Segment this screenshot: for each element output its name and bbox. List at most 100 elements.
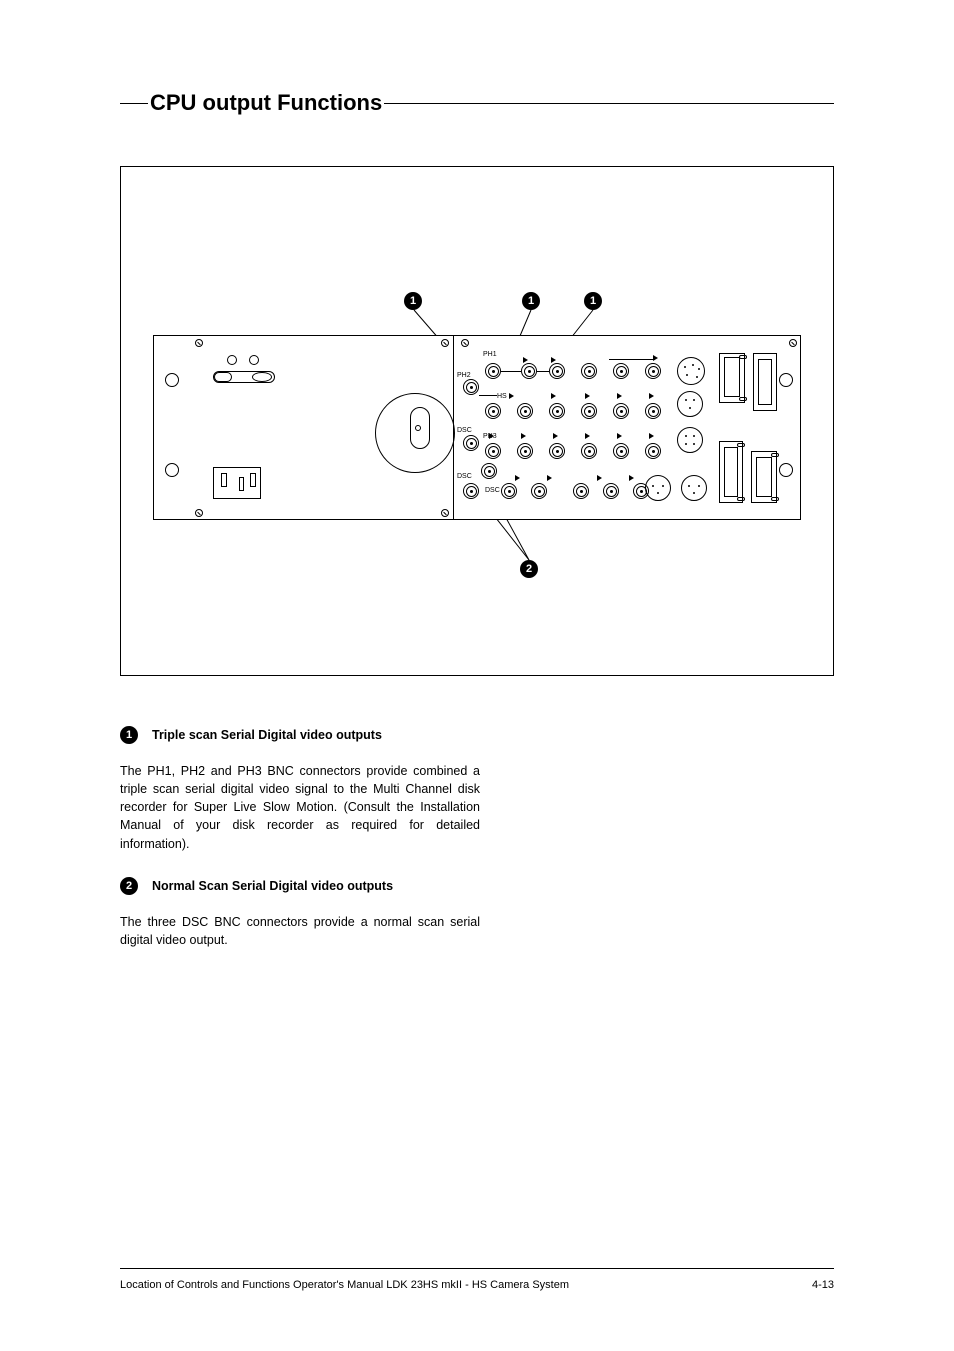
mount-hole bbox=[165, 373, 179, 387]
flow-triangle-icon bbox=[597, 475, 602, 481]
bnc-connector bbox=[517, 403, 533, 419]
flow-line bbox=[609, 359, 655, 360]
flow-line bbox=[501, 371, 521, 372]
bnc-connector bbox=[573, 483, 589, 499]
callout-1-badge-icon: 1 bbox=[120, 726, 138, 744]
multipin-connector-icon bbox=[677, 391, 703, 417]
multipin-connector-icon bbox=[681, 475, 707, 501]
rear-panel-drawing: PH1 PH2 HS PH3 DSC DSC DSC bbox=[153, 335, 801, 535]
bnc-connector bbox=[463, 379, 479, 395]
clip-icon bbox=[737, 497, 745, 501]
bnc-connector bbox=[645, 363, 661, 379]
flow-triangle-icon bbox=[585, 393, 590, 399]
flow-triangle-icon bbox=[489, 433, 494, 439]
clip-icon bbox=[739, 397, 747, 401]
indicator-icon bbox=[227, 355, 237, 365]
fan-pin-icon bbox=[415, 425, 421, 431]
bnc-connector bbox=[485, 443, 501, 459]
label-dsc: DSC bbox=[485, 487, 500, 494]
rect-connector-inner bbox=[758, 359, 772, 405]
screw-icon bbox=[195, 509, 203, 517]
bnc-connector bbox=[463, 435, 479, 451]
label-ph2: PH2 bbox=[457, 372, 471, 379]
callout-2-badge-icon: 2 bbox=[120, 877, 138, 895]
pin-icon bbox=[221, 473, 227, 487]
mount-hole bbox=[779, 373, 793, 387]
clip-icon bbox=[771, 497, 779, 501]
flow-triangle-icon bbox=[629, 475, 634, 481]
bnc-connector bbox=[645, 443, 661, 459]
bnc-connector bbox=[501, 483, 517, 499]
bnc-connector bbox=[613, 403, 629, 419]
switch-icon bbox=[214, 372, 232, 382]
section-1-head: 1 Triple scan Serial Digital video outpu… bbox=[120, 726, 480, 744]
flow-triangle-icon bbox=[523, 357, 528, 363]
flow-triangle-icon bbox=[553, 433, 558, 439]
bnc-connector bbox=[481, 463, 497, 479]
page-title: CPU output Functions bbox=[148, 90, 384, 116]
bnc-connector bbox=[485, 363, 501, 379]
section-1-heading: Triple scan Serial Digital video outputs bbox=[152, 728, 382, 742]
multipin-connector-icon bbox=[677, 427, 703, 453]
switch-icon bbox=[252, 372, 272, 382]
page-footer: Location of Controls and Functions Opera… bbox=[120, 1268, 834, 1291]
section-1-body: The PH1, PH2 and PH3 BNC connectors prov… bbox=[120, 762, 480, 853]
flow-triangle-icon bbox=[551, 357, 556, 363]
clip-icon bbox=[737, 443, 745, 447]
screw-icon bbox=[441, 339, 449, 347]
label-dsc: DSC bbox=[457, 427, 472, 434]
label-dsc: DSC bbox=[457, 473, 472, 480]
mount-hole bbox=[165, 463, 179, 477]
flow-line bbox=[479, 395, 497, 396]
badge-text: 1 bbox=[126, 729, 132, 741]
label-hs: HS bbox=[497, 393, 507, 400]
screw-icon bbox=[461, 339, 469, 347]
section-2-heading: Normal Scan Serial Digital video outputs bbox=[152, 879, 393, 893]
bnc-connector bbox=[581, 443, 597, 459]
bnc-connector bbox=[485, 403, 501, 419]
multipin-connector-icon bbox=[677, 357, 705, 385]
screw-icon bbox=[789, 339, 797, 347]
bnc-connector bbox=[549, 443, 565, 459]
clip-icon bbox=[771, 453, 779, 457]
bnc-connector bbox=[517, 443, 533, 459]
section-2: 2 Normal Scan Serial Digital video outpu… bbox=[120, 877, 480, 949]
clip-icon bbox=[739, 355, 747, 359]
flow-triangle-icon bbox=[509, 393, 514, 399]
title-rule-left bbox=[120, 103, 148, 104]
label-ph1: PH1 bbox=[483, 351, 497, 358]
pin-icon bbox=[239, 477, 244, 491]
indicator-icon bbox=[249, 355, 259, 365]
bnc-connector bbox=[581, 403, 597, 419]
multipin-connector-icon bbox=[645, 475, 671, 501]
flow-triangle-icon bbox=[617, 393, 622, 399]
page-title-row: CPU output Functions bbox=[120, 90, 834, 116]
bnc-connector bbox=[581, 363, 597, 379]
bnc-connector bbox=[603, 483, 619, 499]
bnc-connector bbox=[531, 483, 547, 499]
bnc-connector bbox=[521, 363, 537, 379]
footer-right: 4-13 bbox=[812, 1279, 834, 1291]
screw-icon bbox=[441, 509, 449, 517]
rect-connector-inner bbox=[724, 447, 738, 497]
bnc-connector bbox=[645, 403, 661, 419]
bnc-connector bbox=[463, 483, 479, 499]
title-rule-right bbox=[384, 103, 834, 104]
flow-triangle-icon bbox=[515, 475, 520, 481]
flow-line bbox=[537, 371, 549, 372]
flow-triangle-icon bbox=[585, 433, 590, 439]
badge-text: 2 bbox=[126, 880, 132, 892]
flow-triangle-icon bbox=[521, 433, 526, 439]
bnc-connector bbox=[549, 403, 565, 419]
bnc-connector bbox=[549, 363, 565, 379]
section-2-head: 2 Normal Scan Serial Digital video outpu… bbox=[120, 877, 480, 895]
flow-triangle-icon bbox=[617, 433, 622, 439]
flow-triangle-icon bbox=[653, 355, 658, 361]
pin-icon bbox=[250, 473, 256, 487]
flow-triangle-icon bbox=[649, 393, 654, 399]
rect-connector-inner bbox=[724, 357, 740, 397]
flow-triangle-icon bbox=[551, 393, 556, 399]
screw-icon bbox=[195, 339, 203, 347]
mount-hole bbox=[779, 463, 793, 477]
footer-left: Location of Controls and Functions Opera… bbox=[120, 1279, 569, 1291]
